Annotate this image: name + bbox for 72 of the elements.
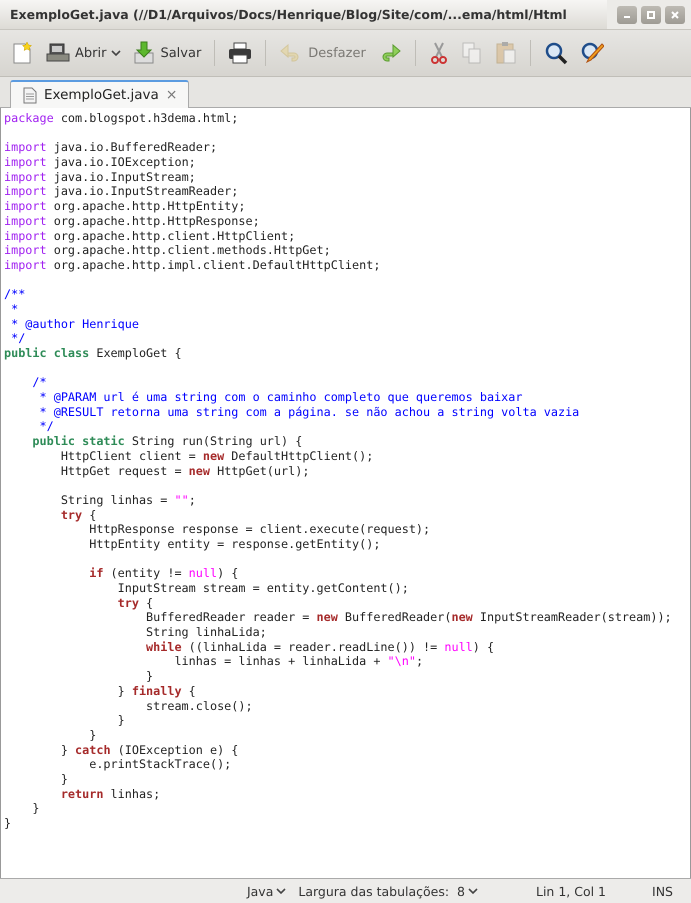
close-icon [671, 10, 679, 18]
code-line: linhas = linhas + linhaLida + "\n"; [173, 654, 424, 670]
open-button[interactable]: Abrir [42, 39, 126, 67]
code-line: return linhas; [60, 786, 162, 802]
window-title: ExemploGet.java (//D1/Arquivos/Docs/Henrique/Blog/Site/com/...ema/html/Html [10, 7, 568, 22]
tab-width-dropdown[interactable]: Largura das tabulações: 8 [294, 884, 482, 898]
code-line: e.printStackTrace(); [88, 757, 232, 772]
printer-icon [228, 42, 252, 64]
code-line: */ [38, 419, 55, 434]
code-line: } [60, 772, 69, 787]
download-tray-icon [133, 41, 156, 65]
code-line: while ((linhaLida = reader.readLine()) != null) { [145, 640, 496, 654]
clipboard-icon [494, 41, 517, 65]
code-line: /* [31, 375, 48, 390]
new-document-icon [12, 41, 34, 65]
code-line: HttpGet request = new HttpGet(url); [60, 464, 310, 478]
code-line: import org.apache.http.HttpEntity; [3, 199, 246, 214]
code-line: String linhas = ""; [60, 492, 197, 508]
folder-drawer-icon [46, 42, 70, 64]
caret-icon [276, 887, 286, 895]
code-line: } [31, 801, 41, 816]
code-line: * @PARAM url é uma string com o caminho completo que queremos baixar [38, 390, 524, 405]
scissors-icon [428, 41, 449, 65]
document-icon [23, 86, 37, 104]
caret-icon [468, 887, 478, 895]
code-line: /** [3, 287, 26, 302]
code-line: */ [10, 331, 26, 346]
code-line: import java.io.IOException; [3, 155, 197, 170]
code-line: String linhaLida; [145, 625, 268, 640]
code-line: InputStream stream = entity.getContent(); [116, 581, 410, 596]
code-line: * @RESULT retorna uma string com a página. se não achou a string volta vazia [38, 404, 580, 420]
language-dropdown[interactable]: Java [242, 884, 290, 898]
code-line: if (entity != null) { [88, 566, 240, 581]
code-line: * [10, 302, 20, 317]
code-line: BufferedReader reader = new BufferedReader(new InputStreamReader(stream)); [145, 610, 673, 626]
code-line: } [116, 713, 126, 728]
code-line: import java.io.BufferedReader; [3, 140, 218, 156]
maximize-button[interactable] [641, 6, 661, 24]
code-line: * @author Henrique [10, 316, 140, 332]
code-line: try { [60, 508, 98, 522]
code-line: } catch (IOException e) { [60, 742, 240, 758]
save-button[interactable]: Salvar [129, 38, 206, 68]
code-line: HttpClient client = new DefaultHttpClient(); [60, 448, 374, 464]
code-line: HttpEntity entity = response.getEntity(); [88, 536, 382, 552]
tab-label: ExemploGet.java [44, 87, 159, 103]
code-line: HttpResponse response = client.execute(request); [88, 522, 432, 537]
copy-icon [460, 41, 483, 65]
search-icon [544, 41, 568, 65]
code-line: import org.apache.http.client.HttpClient; [3, 228, 296, 244]
maximize-icon [647, 10, 655, 18]
close-button[interactable] [665, 6, 685, 24]
cursor-position: Lin 1, Col 1 [536, 884, 606, 898]
code-line: stream.close(); [145, 698, 254, 714]
code-line: import org.apache.http.impl.client.DefaultHttpClient; [3, 258, 382, 273]
code-line: import java.io.InputStreamReader; [3, 184, 240, 200]
code-line: import org.apache.http.client.methods.HttpGet; [3, 243, 332, 258]
file-tab[interactable]: ExemploGet.java × [10, 80, 189, 108]
code-line: public static String run(String url) { [31, 434, 304, 449]
code-line: package com.blogspot.h3dema.html; [3, 111, 240, 126]
code-line: public class ExemploGet { [3, 346, 183, 361]
code-editor[interactable] [0, 108, 691, 878]
code-line: import java.io.InputStream; [3, 170, 197, 184]
code-line: try { [116, 596, 154, 610]
code-line: } finally { [116, 684, 197, 698]
code-line: } [145, 669, 154, 684]
magnifier-pencil-icon [580, 41, 604, 65]
minimize-button[interactable] [617, 6, 637, 24]
code-line: import org.apache.http.HttpResponse; [3, 214, 261, 228]
code-line: } [88, 728, 98, 743]
code-line: } [3, 816, 12, 831]
close-tab-button[interactable]: × [166, 87, 178, 103]
insert-mode: INS [652, 884, 673, 898]
